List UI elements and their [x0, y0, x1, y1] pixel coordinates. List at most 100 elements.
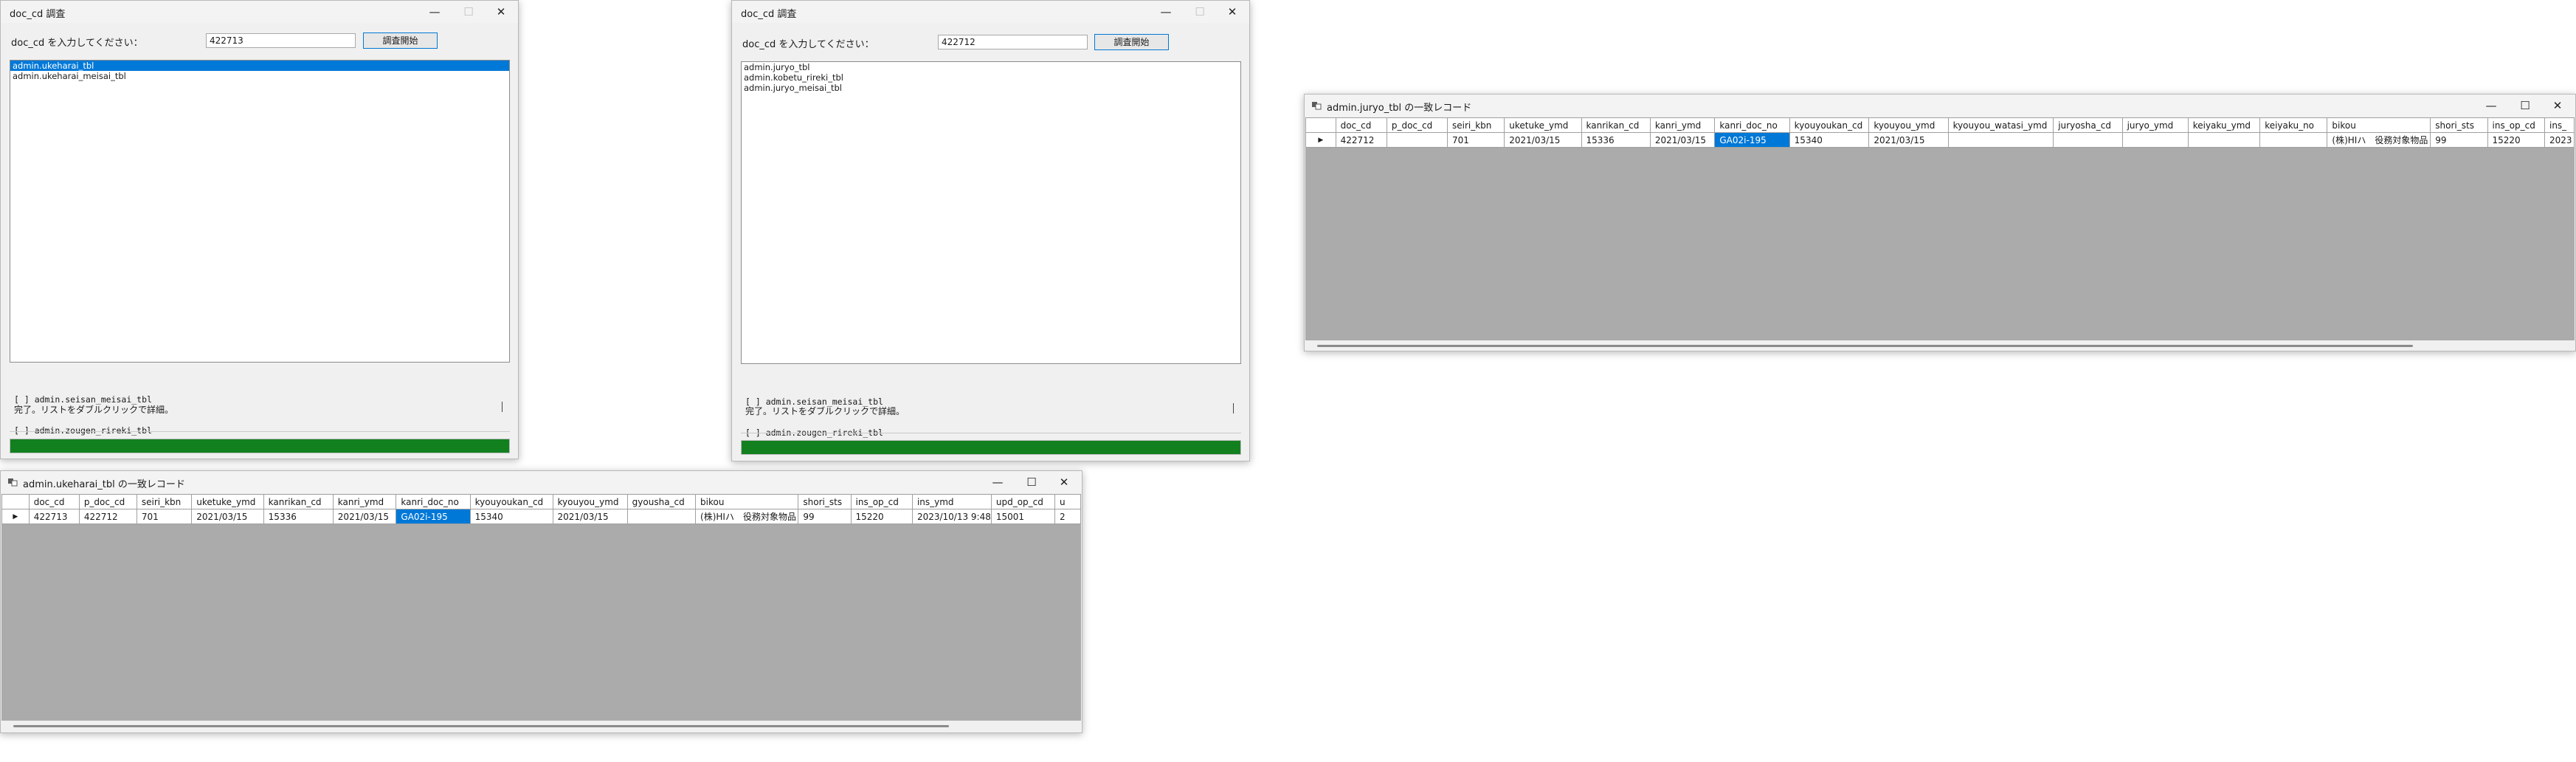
result-table-list[interactable]: admin.ukeharai_tbl admin.ukeharai_meisai… [10, 60, 510, 363]
table-cell[interactable]: (株)HIハ 役務対象物品 [2327, 132, 2431, 148]
column-header-uketuke-ymd[interactable]: uketuke_ymd [1504, 117, 1582, 133]
horizontal-scrollbar[interactable] [1, 721, 1081, 731]
column-header-juryosha-cd[interactable]: juryosha_cd [2053, 117, 2123, 133]
list-item[interactable]: admin.juryo_tbl [742, 62, 1240, 72]
table-cell[interactable]: 2023/10/13 9:48 [911, 509, 992, 524]
table-cell[interactable]: 15001 [990, 509, 1056, 524]
list-item[interactable]: admin.ukeharai_tbl [10, 61, 509, 71]
data-grid[interactable]: doc_cd p_doc_cd seiri_kbn uketuke_ymd kanrik… [1, 494, 1081, 721]
column-header-kanrikan-cd[interactable]: kanrikan_cd [1581, 117, 1651, 133]
table-cell[interactable]: 2023 [2544, 132, 2575, 148]
table-cell[interactable]: 701 [136, 509, 193, 524]
table-cell[interactable]: GA02i-195 [1714, 132, 1790, 148]
table-cell[interactable]: 2021/03/15 [552, 509, 628, 524]
column-header-doc-cd[interactable]: doc_cd [28, 494, 80, 509]
doc-cd-input[interactable]: 422713 [206, 33, 356, 48]
table-cell[interactable]: 2021/03/15 [1868, 132, 1949, 148]
table-cell[interactable]: 15340 [469, 509, 553, 524]
list-item[interactable]: admin.ukeharai_meisai_tbl [10, 71, 509, 81]
table-cell[interactable]: 2 [1054, 509, 1081, 524]
table-cell[interactable]: 2021/03/15 [1504, 132, 1582, 148]
column-header-doc-cd[interactable]: doc_cd [1335, 117, 1387, 133]
table-cell[interactable] [1947, 132, 2054, 148]
column-header-bikou[interactable]: bikou [2327, 117, 2431, 133]
scroll-thumb[interactable] [1317, 345, 2413, 347]
column-header-kyouyou-watasi-ymd[interactable]: kyouyou_watasi_ymd [1947, 117, 2054, 133]
table-cell[interactable] [2121, 132, 2189, 148]
records-table[interactable]: doc_cd p_doc_cd seiri_kbn uketuke_ymd kanrik… [1, 494, 1081, 524]
column-header-gyousha-cd[interactable]: gyousha_cd [626, 494, 697, 509]
column-header-p-doc-cd[interactable]: p_doc_cd [1386, 117, 1448, 133]
scroll-thumb[interactable] [13, 725, 949, 727]
start-search-button[interactable]: 調査開始 [363, 32, 438, 49]
column-header-kanrikan-cd[interactable]: kanrikan_cd [263, 494, 334, 509]
column-header-kyouyou-ymd[interactable]: kyouyou_ymd [1868, 117, 1949, 133]
column-header-upd-op-cd[interactable]: upd_op_cd [990, 494, 1056, 509]
table-cell[interactable]: 2021/03/15 [332, 509, 397, 524]
horizontal-scrollbar[interactable] [1305, 340, 2575, 351]
column-header-u[interactable]: u [1054, 494, 1081, 509]
table-cell[interactable]: 701 [1446, 132, 1505, 148]
column-header-shori-sts[interactable]: shori_sts [798, 494, 852, 509]
column-header-kanri-ymd[interactable]: kanri_ymd [1649, 117, 1716, 133]
column-header-keiyaku-ymd[interactable]: keiyaku_ymd [2187, 117, 2261, 133]
title-bar[interactable]: admin.ukeharai_tbl の一致レコード — ☐ ✕ [1, 471, 1082, 493]
column-header-kyouyoukan-cd[interactable]: kyouyoukan_cd [1789, 117, 1870, 133]
column-header-p-doc-cd[interactable]: p_doc_cd [78, 494, 137, 509]
records-table[interactable]: doc_cd p_doc_cd seiri_kbn uketuke_ymd kanrik… [1305, 117, 2575, 148]
table-cell[interactable] [626, 509, 697, 524]
column-header-kyouyoukan-cd[interactable]: kyouyoukan_cd [469, 494, 553, 509]
row-header-corner[interactable] [1305, 117, 1336, 133]
table-cell[interactable]: (株)HIハ 役務対象物品 [695, 509, 799, 524]
table-cell[interactable] [1386, 132, 1448, 148]
table-cell[interactable]: 422712 [1335, 132, 1387, 148]
column-header-kanri-ymd[interactable]: kanri_ymd [332, 494, 397, 509]
column-header-kanri-doc-no[interactable]: kanri_doc_no [1714, 117, 1790, 133]
data-grid[interactable]: doc_cd p_doc_cd seiri_kbn uketuke_ymd kanrik… [1305, 117, 2575, 340]
table-cell[interactable]: 15336 [263, 509, 334, 524]
table-cell[interactable]: 99 [798, 509, 852, 524]
column-header-kyouyou-ymd[interactable]: kyouyou_ymd [552, 494, 628, 509]
table-cell[interactable]: 15336 [1581, 132, 1651, 148]
result-table-list[interactable]: admin.juryo_tbl admin.kobetu_rireki_tbl … [741, 61, 1241, 364]
table-cell[interactable]: 422713 [28, 509, 80, 524]
column-header-ins-op-cd[interactable]: ins_op_cd [2487, 117, 2545, 133]
current-row-marker-icon[interactable]: ▶ [1, 509, 30, 524]
list-item[interactable]: admin.juryo_meisai_tbl [742, 83, 1240, 93]
list-item[interactable]: admin.kobetu_rireki_tbl [742, 72, 1240, 83]
maximize-icon[interactable]: ☐ [2509, 95, 2541, 117]
table-cell[interactable] [2187, 132, 2261, 148]
close-icon[interactable]: ✕ [485, 1, 517, 23]
title-bar[interactable]: admin.juryo_tbl の一致レコード — ☐ ✕ [1305, 95, 2575, 117]
table-cell[interactable]: 422712 [78, 509, 137, 524]
table-cell[interactable] [2259, 132, 2328, 148]
table-cell[interactable]: 2021/03/15 [1649, 132, 1716, 148]
column-header-kanri-doc-no[interactable]: kanri_doc_no [396, 494, 471, 509]
table-cell[interactable]: 15220 [2487, 132, 2545, 148]
minimize-icon[interactable]: — [2475, 95, 2507, 117]
table-cell[interactable]: 99 [2430, 132, 2488, 148]
current-row-marker-icon[interactable]: ▶ [1305, 132, 1336, 148]
close-icon[interactable]: ✕ [2541, 95, 2574, 117]
column-header-ins-ymd[interactable]: ins_ymd [911, 494, 992, 509]
start-search-button[interactable]: 調査開始 [1094, 34, 1169, 50]
column-header-shori-sts[interactable]: shori_sts [2430, 117, 2488, 133]
table-cell[interactable]: GA02i-195 [396, 509, 471, 524]
maximize-icon[interactable]: ☐ [1015, 471, 1048, 493]
column-header-ins-op-cd[interactable]: ins_op_cd [850, 494, 913, 509]
column-header-seiri-kbn[interactable]: seiri_kbn [1446, 117, 1505, 133]
column-header-ins-[interactable]: ins_ [2544, 117, 2575, 133]
table-cell[interactable]: 15220 [850, 509, 913, 524]
column-header-keiyaku-no[interactable]: keiyaku_no [2259, 117, 2328, 133]
table-cell[interactable]: 15340 [1789, 132, 1870, 148]
column-header-juryo-ymd[interactable]: juryo_ymd [2121, 117, 2189, 133]
table-cell[interactable] [2053, 132, 2123, 148]
minimize-icon[interactable]: — [418, 1, 451, 23]
column-header-bikou[interactable]: bikou [695, 494, 799, 509]
table-cell[interactable]: 2021/03/15 [191, 509, 264, 524]
minimize-icon[interactable]: — [981, 471, 1014, 493]
close-icon[interactable]: ✕ [1048, 471, 1080, 493]
doc-cd-input[interactable]: 422712 [938, 35, 1088, 49]
column-header-uketuke-ymd[interactable]: uketuke_ymd [191, 494, 264, 509]
close-icon[interactable]: ✕ [1216, 1, 1249, 23]
